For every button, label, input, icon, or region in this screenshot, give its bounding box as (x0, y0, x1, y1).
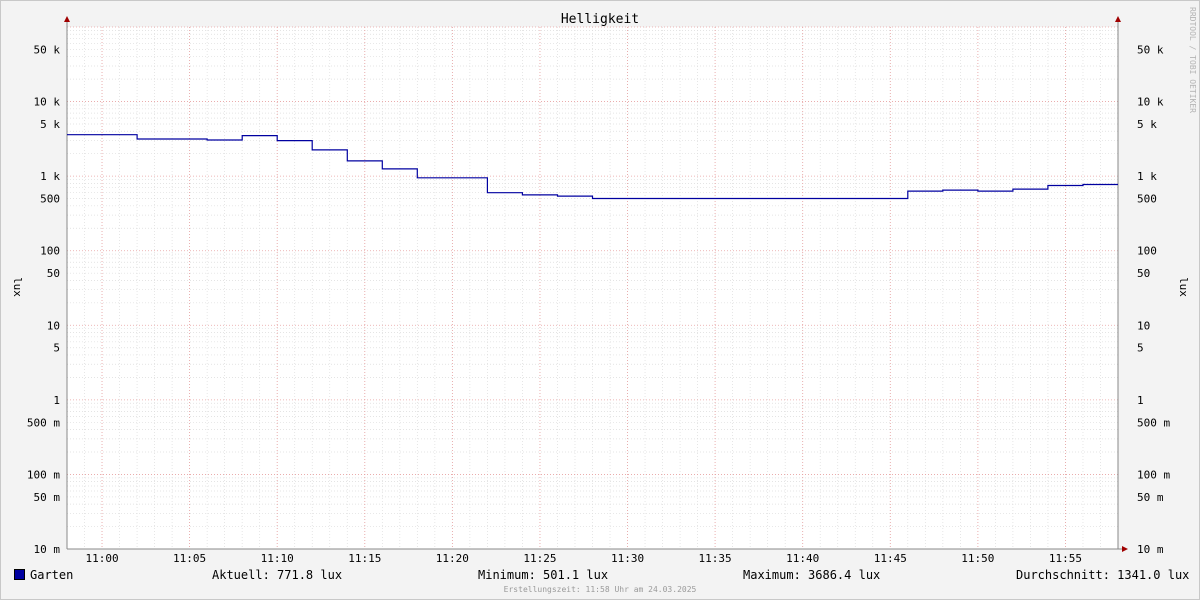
y-tick-label: 1 (53, 394, 60, 407)
legend-average: Durchschnitt: 1341.0 lux (1016, 568, 1190, 582)
y-tick-label: 50 k (1137, 43, 1164, 56)
y-tick-label: 50 m (34, 491, 61, 504)
y-tick-label: 10 (1137, 319, 1150, 332)
y-tick-label: 1 (1137, 394, 1144, 407)
y-tick-labels-right: 50 k 10 k 5 k 1 k 500 100 50 10 5 1 500 m 100 m 50 m… (1137, 43, 1170, 556)
legend: Garten Aktuell: 771.8 lux Minimum: 501.1… (0, 566, 1200, 584)
y-axis-label-right: lux (1177, 277, 1190, 297)
creation-time: Erstellungszeit: 11:58 Uhr am 24.03.2025 (504, 585, 697, 594)
x-tick-label: 11:10 (261, 552, 294, 565)
legend-label: Garten (30, 568, 74, 582)
y-tick-label: 10 k (1137, 96, 1164, 109)
y-tick-label: 500 (40, 193, 60, 206)
x-tick-label: 11:40 (786, 552, 819, 565)
y-tick-label: 50 (1137, 267, 1150, 280)
brightness-chart: 50 k 10 k 5 k 1 k 500 100 50 10 5 1 500 m 100 m 50 m… (11, 7, 1197, 594)
legend-current: Aktuell: 771.8 lux (212, 568, 343, 582)
y-tick-label: 5 k (40, 118, 60, 131)
legend-swatch (14, 569, 25, 580)
x-tick-label: 11:25 (523, 552, 556, 565)
y-tick-label: 5 k (1137, 118, 1157, 131)
y-tick-label: 500 (1137, 193, 1157, 206)
y-tick-label: 100 m (27, 468, 60, 481)
x-axis-arrow (1122, 546, 1128, 552)
y-tick-label: 100 (1137, 245, 1157, 258)
x-tick-label: 11:15 (348, 552, 381, 565)
x-tick-label: 11:20 (436, 552, 469, 565)
y-tick-label: 1 k (1137, 170, 1157, 183)
legend-maximum: Maximum: 3686.4 lux (743, 568, 881, 582)
x-tick-label: 11:50 (961, 552, 994, 565)
y-tick-label: 500 m (27, 416, 60, 429)
legend-item-garten: Garten (14, 568, 73, 582)
x-tick-label: 11:00 (85, 552, 118, 565)
legend-minimum: Minimum: 501.1 lux (478, 568, 609, 582)
y-tick-label: 5 (53, 342, 60, 355)
x-tick-label: 11:35 (699, 552, 732, 565)
y-tick-label: 10 k (34, 96, 61, 109)
y-tick-label: 100 m (1137, 468, 1170, 481)
chart-title: Helligkeit (561, 12, 639, 27)
y-tick-label: 50 k (34, 43, 61, 56)
x-tick-label: 11:30 (611, 552, 644, 565)
y-axis-arrow-right (1115, 16, 1121, 22)
y-tick-label: 10 m (34, 543, 61, 556)
x-tick-label: 11:45 (874, 552, 907, 565)
watermark: RRDTOOL / TOBI OETIKER (1188, 7, 1197, 113)
y-tick-label: 100 (40, 245, 60, 258)
y-tick-label: 50 (47, 267, 60, 280)
y-axis-label-left: lux (11, 277, 24, 297)
y-tick-label: 5 (1137, 342, 1144, 355)
x-tick-labels: 11:00 11:05 11:10 11:15 11:20 11:25 11:30 11:35… (85, 552, 1082, 565)
y-tick-label: 1 k (40, 170, 60, 183)
y-tick-label: 10 m (1137, 543, 1164, 556)
y-tick-label: 500 m (1137, 416, 1170, 429)
y-tick-labels-left: 50 k 10 k 5 k 1 k 500 100 50 10 5 1 500 m 100 m 50 m… (27, 43, 60, 556)
y-axis-arrow-left (64, 16, 70, 22)
x-tick-label: 11:05 (173, 552, 206, 565)
x-tick-label: 11:55 (1049, 552, 1082, 565)
y-tick-label: 50 m (1137, 491, 1164, 504)
y-tick-label: 10 (47, 319, 60, 332)
